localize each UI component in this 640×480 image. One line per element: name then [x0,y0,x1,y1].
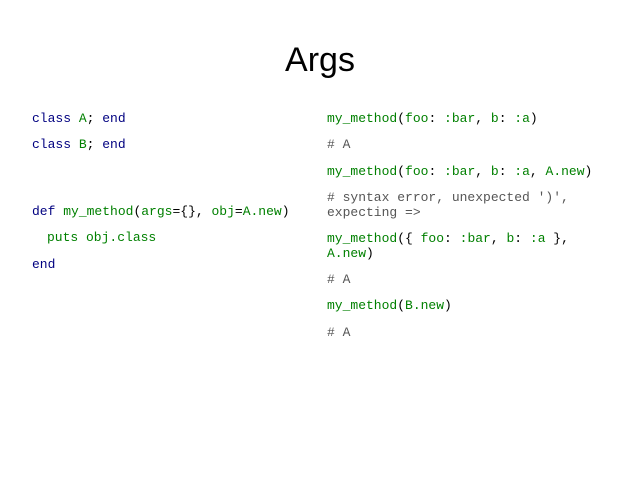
class-name: A [78,111,87,126]
code-line-call1: my_method(foo: :bar, b: :a) [327,111,538,126]
code-line-call3: my_method({ foo: :bar, b: :a }, [327,231,569,246]
colon: : [498,164,515,179]
colon: : [498,111,515,126]
symbol-a: :a [514,111,530,126]
comma: , [490,231,507,246]
obj-b-new: B.new [405,298,445,313]
slide-title: Args [285,41,355,79]
colon: : [428,164,445,179]
comma: , [475,111,491,126]
code-line-call3-cont: A.new) [327,246,374,261]
method-name: my_method [327,164,398,179]
key-foo: foo [405,111,429,126]
code-line-class-a: class A; end [32,111,126,126]
symbol-bar: :bar [444,164,476,179]
code-line-call4: my_method(B.new) [327,298,452,313]
keyword-end: end [102,111,126,126]
comma: , [529,164,546,179]
key-foo: foo [405,164,429,179]
symbol-bar: :bar [444,111,476,126]
keyword-end: end [32,257,56,272]
brace-close: }, [545,231,569,246]
result-comment-2-line2: expecting => [327,205,421,220]
result-comment-1: # A [327,137,351,152]
paren-close: ) [584,164,593,179]
keyword-def: def [32,204,56,219]
method-name: my_method [327,231,398,246]
keyword-end: end [102,137,126,152]
comma: , [475,164,491,179]
separator: ; [86,137,103,152]
paren-close: ) [444,298,452,313]
key-b: b [490,164,499,179]
keyword-class: class [32,111,72,126]
symbol-a: :a [529,231,546,246]
param-default-args: ={}, [172,204,212,219]
brace-open: ({ [397,231,421,246]
class-name: B [78,137,87,152]
result-comment-2-line1: # syntax error, unexpected ')', [327,190,569,205]
colon: : [428,111,445,126]
method-body: puts obj.class [47,230,157,245]
keyword-class: class [32,137,72,152]
symbol-a: :a [514,164,530,179]
paren-open: ( [397,111,406,126]
colon: : [444,231,460,246]
method-name: my_method [327,111,398,126]
param-args: args [141,204,173,219]
code-line-class-b: class B; end [32,137,126,152]
separator: ; [86,111,103,126]
result-comment-3: # A [327,272,351,287]
code-line-end: end [32,257,55,272]
symbol-bar: :bar [459,231,491,246]
colon: : [514,231,530,246]
method-name: my_method [63,204,134,219]
obj-a-new: A.new [545,164,585,179]
paren-open: ( [397,298,406,313]
code-line-puts: puts obj.class [47,230,156,245]
key-b: b [490,111,499,126]
paren-close: ) [366,246,374,261]
result-comment-4: # A [327,325,351,340]
paren-open: ( [397,164,406,179]
param-obj: obj [211,204,235,219]
obj-a-new: A.new [327,246,367,261]
equals: = [234,204,243,219]
key-foo: foo [420,231,445,246]
method-name: my_method [327,298,398,313]
paren-close: ) [529,111,538,126]
param-default-obj: A.new [242,204,282,219]
paren-close: ) [281,204,290,219]
code-line-call2: my_method(foo: :bar, b: :a, A.new) [327,164,592,179]
code-line-def: def my_method(args={}, obj=A.new) [32,204,290,219]
